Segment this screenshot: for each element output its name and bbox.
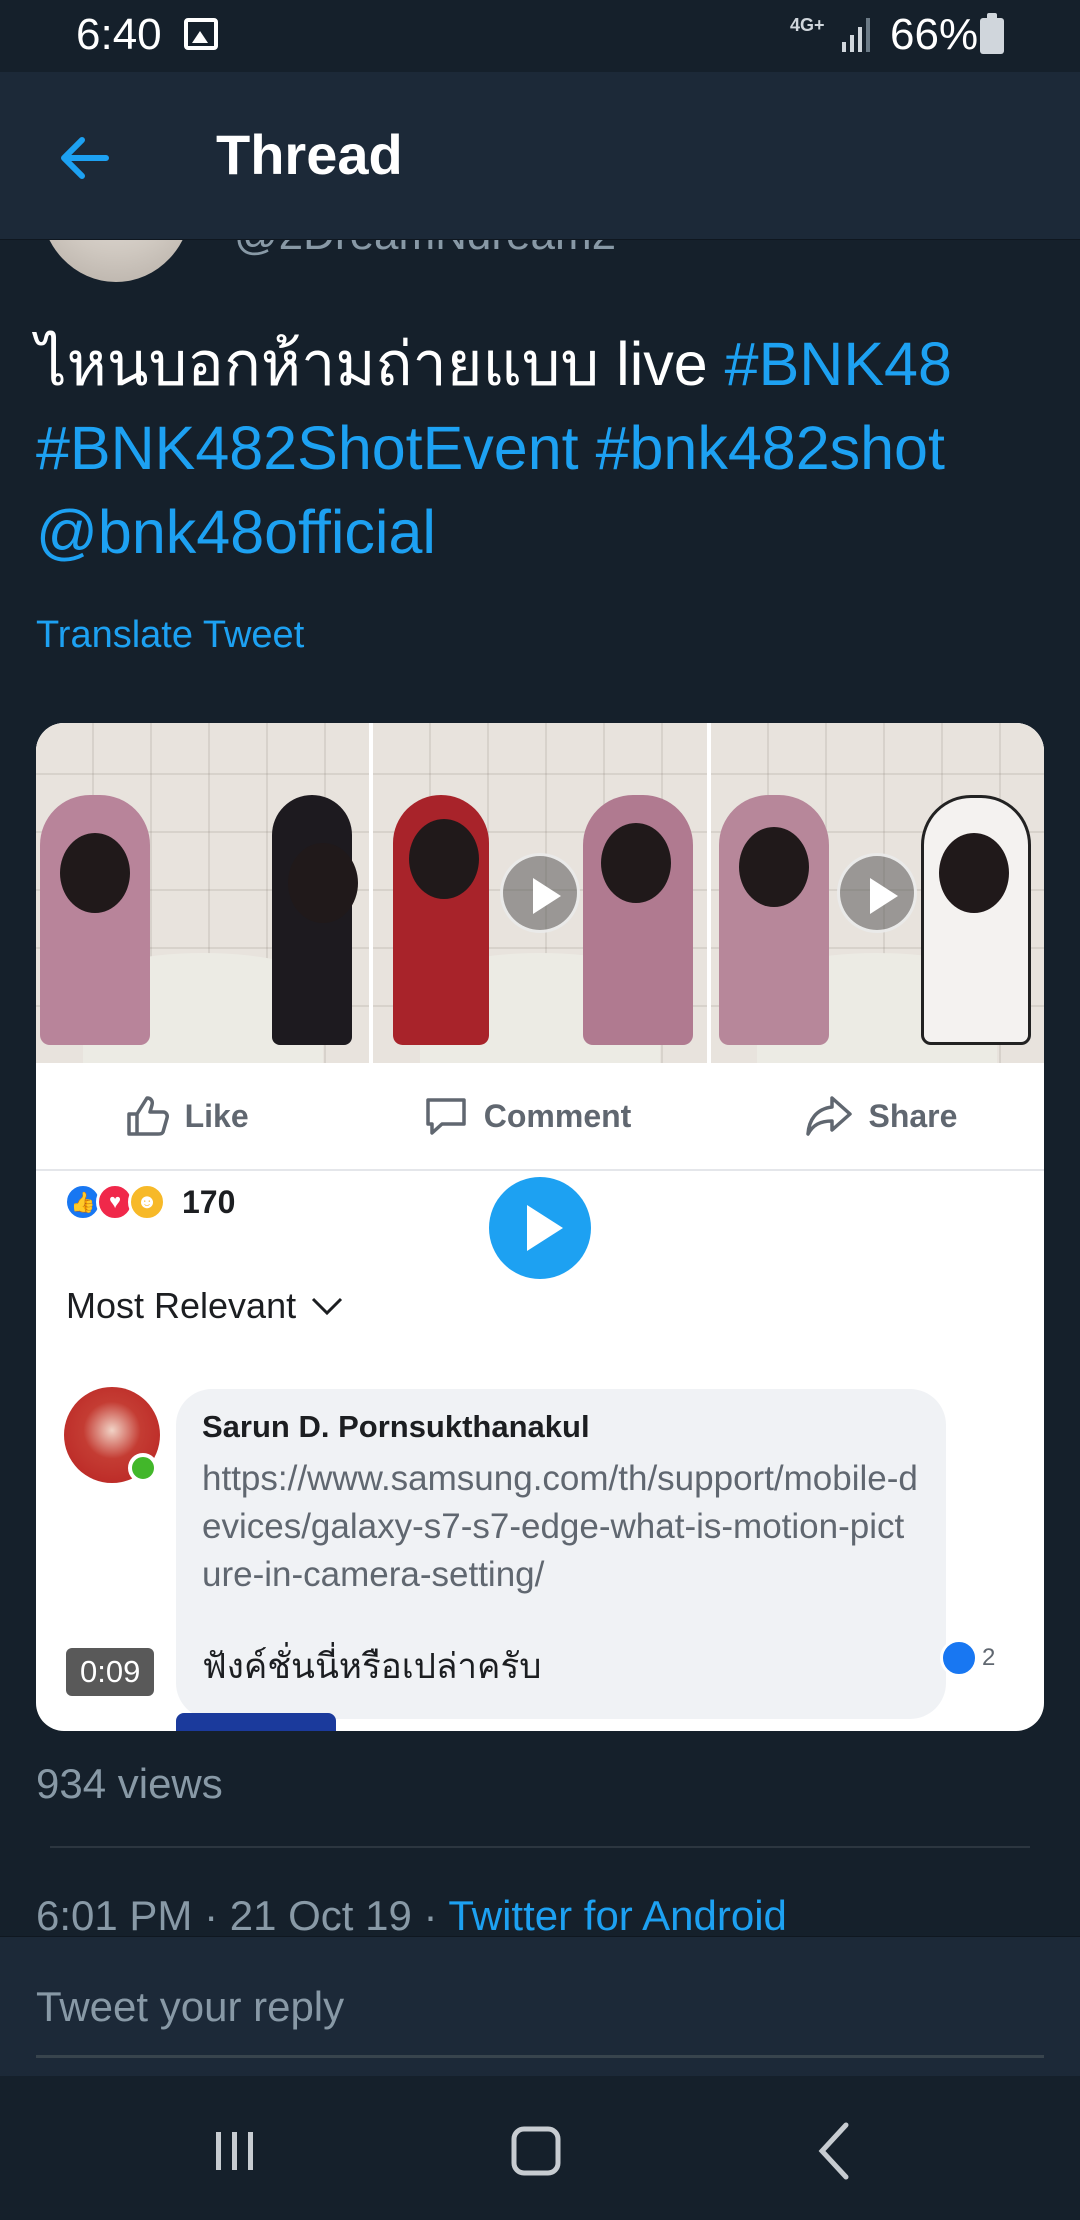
view-count: 934 views: [36, 1760, 223, 1807]
arrow-left-icon: [61, 137, 109, 179]
thumbs-up-icon: [126, 1096, 169, 1136]
haha-reaction-icon: ☻: [128, 1183, 166, 1221]
person-head: [409, 819, 480, 899]
back-button[interactable]: [48, 122, 120, 194]
online-status-dot: [128, 1453, 158, 1483]
video-play-button[interactable]: [489, 1177, 591, 1279]
hashtag-bnk482shotevent[interactable]: #BNK482ShotEvent: [36, 414, 579, 482]
comment-bubble: Sarun D. Pornsukthanakul https://www.sam…: [176, 1389, 946, 1719]
divider: [50, 1846, 1030, 1848]
person-head: [938, 833, 1009, 913]
comment-body: ฟังค์ชั่นนี่หรือเปล่าครับ: [202, 1647, 542, 1686]
comment-bubble-icon: [426, 1098, 466, 1135]
photo-strip: [36, 723, 1044, 1063]
hashtag-bnk482shot[interactable]: #bnk482shot: [596, 414, 945, 482]
person-head: [60, 833, 130, 913]
photo-1: [36, 723, 370, 1063]
fb-share-label: Share: [868, 1097, 958, 1134]
image-notification-icon: [184, 18, 218, 50]
play-icon: [837, 853, 918, 933]
status-time: 6:40: [76, 10, 162, 59]
tweet-text: ไหนบอกห้ามถ่ายแบบ live #BNK48 #BNK482Sho…: [36, 322, 1046, 574]
network-type: 4G+: [790, 15, 825, 35]
person-head: [601, 823, 672, 903]
chevron-left-icon: [818, 2122, 849, 2180]
system-nav-bar: [0, 2076, 1080, 2220]
tweet-text-plain: ไหนบอกห้ามถ่ายแบบ live: [36, 330, 725, 398]
person-head: [288, 843, 358, 923]
share-arrow-icon: [806, 1096, 853, 1136]
comment-author: Sarun D. Pornsukthanakul: [202, 1409, 590, 1444]
reply-input[interactable]: Tweet your reply: [36, 1983, 344, 2031]
photo-2: [373, 723, 707, 1063]
translate-tweet-link[interactable]: Translate Tweet: [36, 614, 304, 657]
reaction-summary: 👍 ♥ ☻ 170: [64, 1183, 235, 1221]
tweet-meta: 6:01 PM · 21 Oct 19 · Twitter for Androi…: [36, 1892, 787, 1940]
hashtag-bnk48[interactable]: #BNK48: [725, 330, 952, 398]
comment-url: https://www.samsung.com/th/support/mobil…: [202, 1459, 918, 1594]
fb-comment-action: Comment: [422, 1092, 632, 1140]
fb-share-action: Share: [804, 1092, 957, 1140]
comment-likes-number: 2: [982, 1644, 996, 1671]
signal-icon: [842, 18, 870, 52]
play-icon: [499, 853, 580, 933]
fb-action-bar: Like Comment Share: [36, 1063, 1044, 1171]
next-comment-avatar: [176, 1713, 336, 1731]
like-reaction-icon: [940, 1639, 978, 1677]
recent-apps-button[interactable]: [195, 2116, 275, 2186]
person-head: [738, 827, 809, 907]
mention-bnk48official[interactable]: @bnk48official: [36, 498, 436, 566]
video-duration: 0:09: [66, 1648, 155, 1696]
fb-like-action: Like: [123, 1092, 249, 1140]
sort-text: Most Relevant: [66, 1285, 297, 1326]
comment-sort-label: Most Relevant: [66, 1285, 344, 1327]
battery-percent: 66%: [890, 10, 979, 59]
fb-like-label: Like: [184, 1097, 249, 1134]
tweet-source-link[interactable]: Twitter for Android: [448, 1892, 786, 1939]
reply-underline: [36, 2055, 1044, 2058]
video-card[interactable]: Like Comment Share 👍 ♥ ☻ 170 Most Releva…: [36, 723, 1044, 1731]
recent-apps-icon: [216, 2132, 253, 2170]
home-icon: [511, 2126, 561, 2176]
battery-icon: [980, 13, 1004, 54]
app-header: Thread: [0, 72, 1080, 240]
page-title: Thread: [216, 123, 403, 186]
back-nav-button[interactable]: [794, 2116, 874, 2186]
fb-comment-label: Comment: [483, 1097, 632, 1134]
tweet-timestamp: 6:01 PM · 21 Oct 19 ·: [36, 1892, 449, 1939]
reply-bar: Tweet your reply: [0, 1936, 1080, 2076]
reaction-count: 170: [182, 1183, 236, 1220]
comment-like-count: 2: [940, 1639, 995, 1677]
status-bar: 6:40 4G+ 66%: [0, 0, 1080, 72]
chevron-down-icon: [312, 1297, 343, 1316]
home-button[interactable]: [496, 2116, 576, 2186]
photo-3: [710, 723, 1044, 1063]
